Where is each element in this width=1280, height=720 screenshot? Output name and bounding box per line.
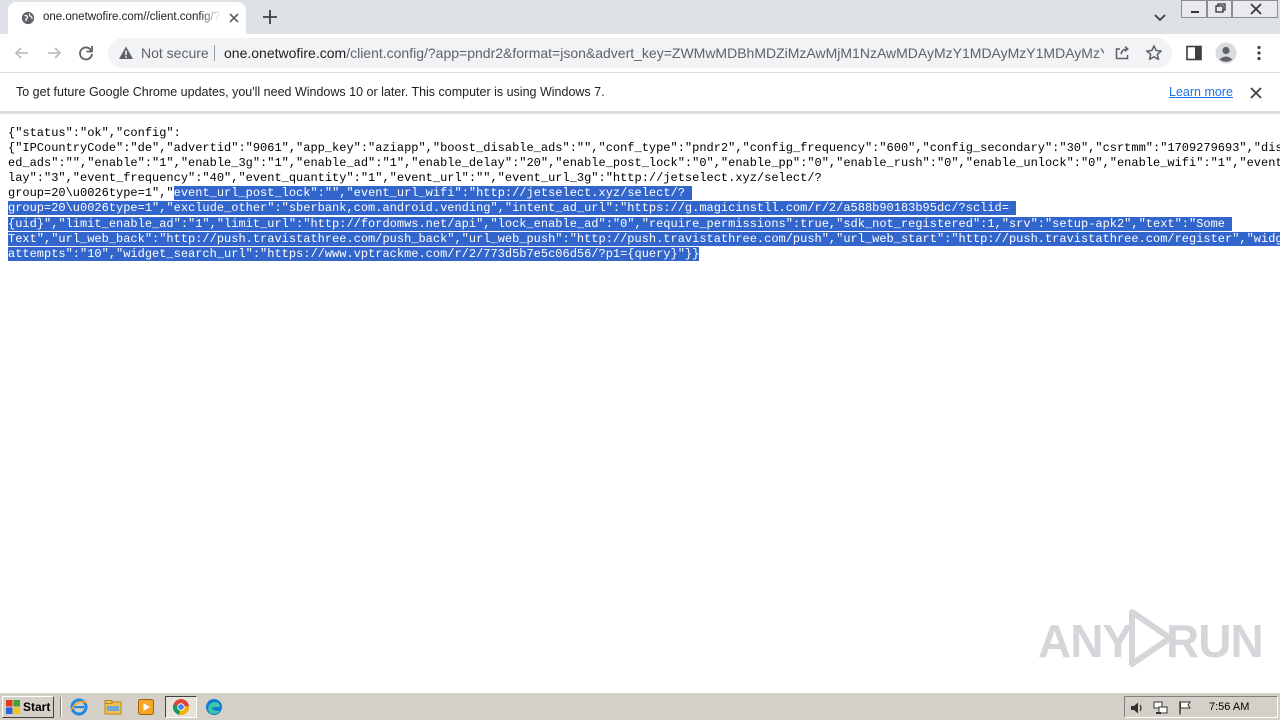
new-tab-icon[interactable] [260,7,280,27]
url-host: one.onetwofire.com [224,45,347,61]
selected-text: event_url_post_lock":"","event_url_wifi"… [173,186,693,201]
watermark-left-text: ANY [1038,615,1133,667]
update-infobar: To get future Google Chrome updates, you… [0,72,1280,112]
security-status[interactable]: Not secure [141,45,209,61]
separator [214,45,215,61]
json-line: lay":"3","event_frequency":"40","event_q… [8,171,1272,186]
tab-active[interactable]: one.onetwofire.com//client.config/?app=p… [8,2,246,34]
restore-button[interactable] [1207,0,1232,18]
json-text: lay":"3","event_frequency":"40","event_q… [8,171,822,186]
minimize-button[interactable] [1181,0,1207,18]
learn-more-link[interactable]: Learn more [1169,85,1233,99]
json-response-body[interactable]: {"status":"ok","config": {"IPCountryCode… [8,126,1280,262]
json-line: Text","url_web_back":"http://push.travis… [8,231,1280,247]
tab-strip: one.onetwofire.com//client.config/?app=p… [0,0,1280,34]
media-player-icon[interactable] [137,698,155,716]
taskbar: Start 7:56 AM [0,692,1280,720]
close-tab-icon[interactable] [226,10,242,26]
json-line: group=20\u0026type=1","exclude_other":"s… [8,201,1272,216]
json-line: attempts":"10","widget_search_url":"http… [8,246,1272,262]
chevron-down-icon[interactable] [1152,9,1168,25]
forward-arrow-icon[interactable] [44,43,64,63]
selected-text: attempts":"10","widget_search_url":"http… [8,246,700,261]
bookmark-star-icon[interactable] [1145,44,1163,62]
json-text: {"IPCountryCode":"de","advertid":"9061",… [8,141,1280,156]
anyrun-watermark: ANY RUN [1038,606,1264,672]
edge-icon[interactable] [205,698,223,716]
tab-title: one.onetwofire.com//client.config/?app=p… [43,11,221,23]
ie-icon[interactable] [70,698,88,716]
side-panel-icon[interactable] [1185,44,1203,62]
start-label: Start [23,700,51,714]
chrome-icon [172,699,189,715]
toolbar: Not secure one.onetwofire.com/client.con… [0,34,1280,72]
network-icon[interactable] [1153,700,1169,716]
selected-text: Text","url_web_back":"http://push.travis… [8,231,1280,246]
json-text: {"status":"ok","config": [8,126,181,140]
json-line: {"status":"ok","config": [8,126,1272,141]
back-arrow-icon[interactable] [12,43,32,63]
profile-avatar-icon[interactable] [1215,42,1237,64]
action-center-flag-icon[interactable] [1177,700,1193,716]
warning-icon[interactable] [118,45,134,61]
json-text: group=20\u0026type=1"," [8,186,174,201]
selected-text: group=20\u0026type=1","exclude_other":"s… [8,201,1017,216]
json-line: group=20\u0026type=1","event_url_post_lo… [8,186,1272,201]
infobar-message: To get future Google Chrome updates, you… [16,85,605,99]
taskbar-clock[interactable]: 7:56 AM [1209,701,1249,713]
explorer-icon[interactable] [104,698,122,716]
watermark-right-text: RUN [1166,615,1264,667]
json-line: ed_ads":"","enable":"1","enable_3g":"1",… [8,156,1280,171]
close-window-button[interactable] [1232,0,1278,18]
json-line: {uid}","limit_enable_ad":"1","limit_url"… [8,216,1272,232]
separator [60,697,62,717]
address-bar[interactable]: Not secure one.onetwofire.com/client.con… [108,38,1172,68]
system-tray: 7:56 AM [1124,696,1278,718]
chrome-taskbar-button[interactable] [165,696,197,718]
reload-icon[interactable] [76,43,96,63]
share-icon[interactable] [1114,45,1130,61]
json-line: {"IPCountryCode":"de","advertid":"9061",… [8,141,1280,156]
json-text: ed_ads":"","enable":"1","enable_3g":"1",… [8,156,1280,171]
globe-icon [21,11,35,25]
windows-flag-icon [6,700,20,714]
volume-icon[interactable] [1129,700,1145,716]
url-path: /client.config/?app=pndr2&format=json&ad… [346,45,1104,61]
start-button[interactable]: Start [2,696,54,718]
selected-text: {uid}","limit_enable_ad":"1","limit_url"… [8,216,1233,231]
more-menu-icon[interactable] [1250,44,1268,62]
close-icon[interactable] [1248,85,1264,101]
url-text[interactable]: one.onetwofire.com/client.config/?app=pn… [224,45,1104,61]
window-controls [1181,0,1278,18]
infobar-shadow [0,112,1280,115]
